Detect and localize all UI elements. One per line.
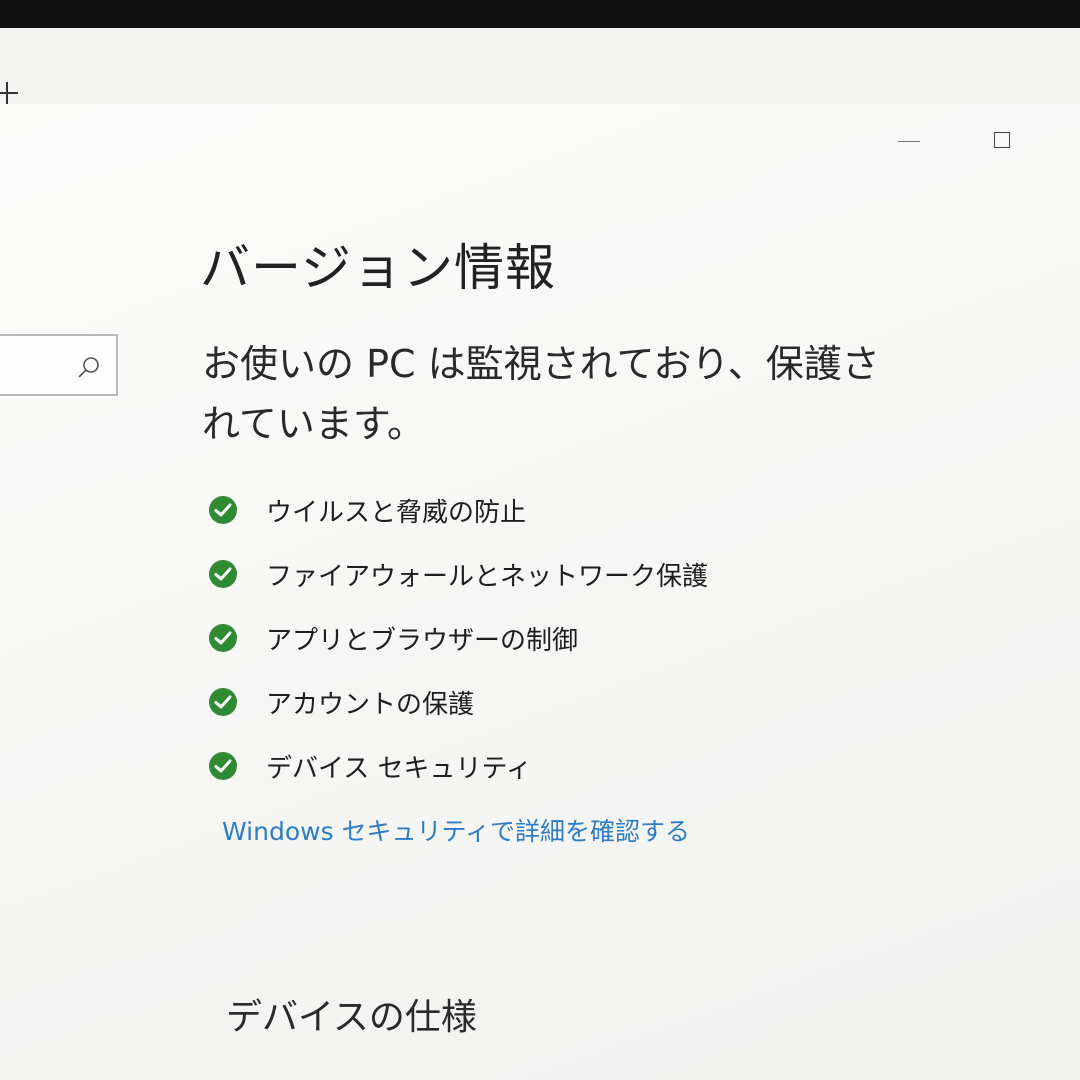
security-status-heading: お使いの PC は監視されており、保護されています。 <box>202 342 880 446</box>
protection-item-account: アカウントの保護 <box>208 670 768 734</box>
protection-item-label: ウイルスと脅威の防止 <box>266 497 527 528</box>
check-circle-icon <box>209 752 237 780</box>
maximize-button[interactable] <box>986 124 1020 158</box>
device-specs-heading: デバイスの仕様 <box>226 997 477 1038</box>
check-circle-icon <box>209 560 237 588</box>
plus-icon[interactable] <box>0 80 20 106</box>
protection-item-label: アプリとブラウザーの制御 <box>266 625 579 656</box>
protection-list: ウイルスと脅威の防止 ファイアウォールとネットワーク保護 アプリとブラウザーの制… <box>208 478 768 798</box>
protection-item-firewall: ファイアウォールとネットワーク保護 <box>208 542 768 606</box>
protection-item-label: ファイアウォールとネットワーク保護 <box>266 561 709 592</box>
protection-item-app-browser: アプリとブラウザーの制御 <box>208 606 768 670</box>
check-circle-icon <box>209 688 237 716</box>
search-input[interactable] <box>0 334 118 396</box>
check-circle-icon <box>209 624 237 652</box>
tab-strip <box>0 28 1080 106</box>
windows-security-details-link[interactable]: Windows セキュリティで詳細を確認する <box>222 812 690 848</box>
protection-item-virus: ウイルスと脅威の防止 <box>208 478 768 542</box>
protection-item-label: デバイス セキュリティ <box>266 753 532 784</box>
monitor-bezel <box>0 0 1080 28</box>
minimize-button[interactable] <box>892 126 926 156</box>
protection-item-device-security: デバイス セキュリティ <box>208 734 768 798</box>
page-title: バージョン情報 <box>200 239 556 297</box>
protection-item-label: アカウントの保護 <box>266 689 475 720</box>
search-icon <box>78 357 99 378</box>
check-circle-icon <box>209 496 237 524</box>
